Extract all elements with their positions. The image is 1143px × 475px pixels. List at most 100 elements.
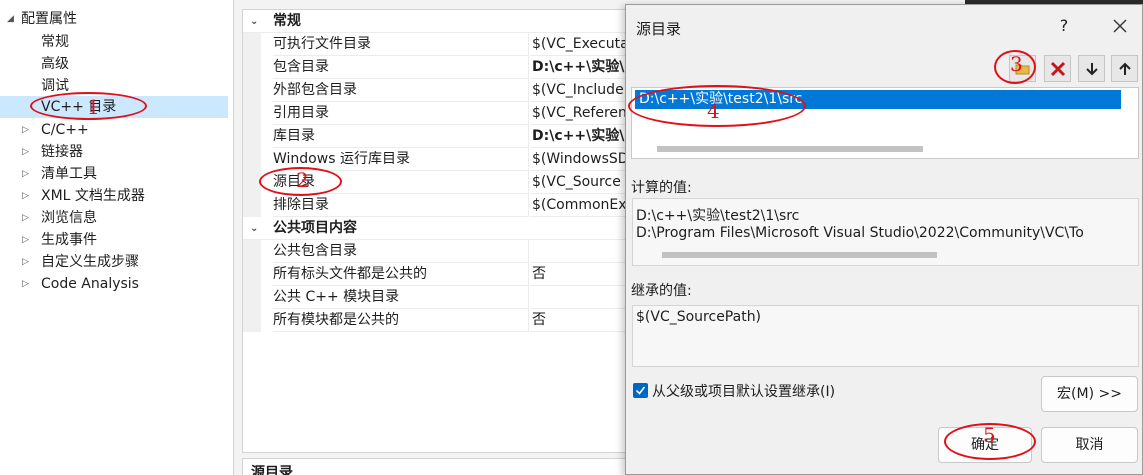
property-row-executable-dirs[interactable]: 可执行文件目录 $(VC_Executa — [243, 33, 631, 56]
cancel-button[interactable]: 取消 — [1041, 427, 1138, 463]
property-value[interactable]: $(VC_Source — [530, 171, 631, 194]
row-gutter — [243, 286, 261, 309]
close-icon[interactable] — [1109, 15, 1131, 37]
expand-arrow-icon[interactable]: ▷ — [22, 251, 29, 273]
expand-arrow-icon[interactable]: ▷ — [22, 229, 29, 251]
property-row-external-include-dirs[interactable]: 外部包含目录 $(VC_Include — [243, 79, 631, 102]
property-value[interactable]: $(WindowsSD — [530, 148, 631, 171]
property-row-windows-runtime-dirs[interactable]: Windows 运行库目录 $(WindowsSD — [243, 148, 631, 171]
property-row-reference-dirs[interactable]: 引用目录 $(VC_Referen — [243, 102, 631, 125]
tree-item-label: VC++ 目录 — [41, 99, 117, 115]
collapse-arrow-icon[interactable]: ⌄ — [250, 10, 258, 33]
tree-item-linker[interactable]: ▷ 链接器 — [0, 141, 228, 163]
row-gutter — [243, 56, 261, 79]
property-value[interactable]: D:\c++\实验\ — [530, 56, 631, 79]
tree-item-advanced[interactable]: 高级 — [0, 53, 228, 75]
expand-arrow-icon[interactable]: ▷ — [22, 163, 29, 185]
property-row-public-include-dirs[interactable]: 公共包含目录 — [243, 240, 631, 263]
close-button[interactable] — [1109, 15, 1131, 37]
tree-item-xml-doc-generator[interactable]: ▷ XML 文档生成器 — [0, 185, 228, 207]
tree-item-debugging[interactable]: 调试 — [0, 75, 228, 97]
tree-item-build-events[interactable]: ▷ 生成事件 — [0, 229, 228, 251]
tree-item-label: 调试 — [41, 78, 69, 94]
tree-item-label: 清单工具 — [41, 166, 97, 182]
tree-item-label: 自定义生成步骤 — [41, 254, 139, 270]
expand-arrow-icon[interactable]: ▷ — [22, 207, 29, 229]
dialog-title: 源目录 — [636, 20, 682, 38]
property-row-include-dirs[interactable]: 包含目录 D:\c++\实验\ — [243, 56, 631, 79]
tree-root-config-properties[interactable]: ◢ 配置属性 — [0, 8, 228, 30]
category-public-project-content[interactable]: ⌄ 公共项目内容 — [243, 217, 631, 240]
ok-button[interactable]: 确定 — [938, 427, 1032, 463]
move-up-button[interactable] — [1111, 55, 1138, 82]
property-row-exclude-dirs[interactable]: 排除目录 $(CommonEx — [243, 194, 631, 217]
row-gutter — [243, 102, 261, 125]
row-gutter — [243, 33, 261, 56]
property-name: 排除目录 — [273, 194, 529, 217]
row-gutter — [243, 263, 261, 286]
row-gutter — [243, 148, 261, 171]
tree-item-label: 常规 — [41, 34, 69, 50]
tree-item-vc-directories[interactable]: VC++ 目录 — [0, 96, 228, 118]
collapse-arrow-icon[interactable]: ⌄ — [250, 217, 258, 240]
inherit-checkbox-label[interactable]: 从父级或项目默认设置继承(I) — [652, 382, 835, 402]
property-grid: ⌄ 常规 可执行文件目录 $(VC_Executa 包含目录 D:\c++\实验… — [242, 9, 632, 453]
macros-button[interactable]: 宏(M) >> — [1041, 376, 1138, 412]
property-row-all-headers-public[interactable]: 所有标头文件都是公共的 否 — [243, 263, 631, 286]
property-value[interactable]: $(VC_Referen — [530, 102, 631, 125]
row-gutter — [243, 309, 261, 332]
tree-item-general[interactable]: 常规 — [0, 31, 228, 53]
new-folder-icon — [1015, 64, 1030, 75]
evaluated-value-line: D:\Program Files\Microsoft Visual Studio… — [636, 225, 1084, 241]
tree-item-c-cpp[interactable]: ▷ C/C++ — [0, 119, 228, 141]
evaluated-value-box: D:\c++\实验\test2\1\src D:\Program Files\M… — [632, 198, 1139, 266]
category-label: 公共项目内容 — [273, 220, 357, 236]
property-value[interactable]: $(VC_Include — [530, 79, 631, 102]
horizontal-scrollbar[interactable] — [662, 252, 937, 258]
help-button[interactable]: ? — [1054, 15, 1074, 37]
evaluated-value-label: 计算的值: — [631, 180, 692, 196]
expand-arrow-icon[interactable]: ▷ — [22, 185, 29, 207]
evaluated-value-line: D:\c++\实验\test2\1\src — [636, 208, 800, 224]
description-panel: 源目录 — [242, 458, 642, 475]
property-row-public-module-dirs[interactable]: 公共 C++ 模块目录 — [243, 286, 631, 309]
property-name: 公共 C++ 模块目录 — [273, 286, 529, 309]
expand-arrow-icon[interactable]: ▷ — [22, 141, 29, 163]
property-value[interactable]: 否 — [530, 263, 631, 286]
property-row-all-modules-public[interactable]: 所有模块都是公共的 否 — [243, 309, 631, 332]
directory-list[interactable]: D:\c++\实验\test2\1\src — [631, 87, 1139, 159]
collapse-arrow-icon[interactable]: ◢ — [7, 8, 14, 30]
tree-item-manifest-tool[interactable]: ▷ 清单工具 — [0, 163, 228, 185]
property-row-library-dirs[interactable]: 库目录 D:\c++\实验\ — [243, 125, 631, 148]
tree-item-browse-info[interactable]: ▷ 浏览信息 — [0, 207, 228, 229]
move-down-button[interactable] — [1078, 55, 1105, 82]
property-value[interactable]: D:\c++\实验\ — [530, 125, 631, 148]
tree-item-code-analysis[interactable]: ▷ Code Analysis — [0, 273, 228, 295]
property-value[interactable] — [530, 240, 631, 263]
horizontal-scrollbar[interactable] — [657, 146, 923, 152]
inherit-checkbox[interactable] — [633, 383, 648, 398]
expand-arrow-icon[interactable]: ▷ — [22, 273, 29, 295]
arrow-down-icon — [1086, 63, 1098, 76]
property-name: 公共包含目录 — [273, 240, 529, 263]
delete-line-button[interactable] — [1044, 55, 1071, 82]
property-name: 所有模块都是公共的 — [273, 309, 529, 332]
inherited-value-label: 继承的值: — [631, 283, 692, 299]
inherited-value-box: $(VC_SourcePath) — [632, 305, 1139, 367]
expand-arrow-icon[interactable]: ▷ — [22, 119, 29, 141]
property-name: 可执行文件目录 — [273, 33, 529, 56]
tree-item-custom-build-step[interactable]: ▷ 自定义生成步骤 — [0, 251, 228, 273]
property-value[interactable]: $(CommonEx — [530, 194, 631, 217]
property-value[interactable]: $(VC_Executa — [530, 33, 631, 56]
inherited-value-line: $(VC_SourcePath) — [636, 309, 762, 325]
row-gutter — [243, 125, 261, 148]
tree-root-label: 配置属性 — [21, 11, 77, 27]
new-line-button[interactable] — [1009, 55, 1036, 82]
property-row-source-dirs[interactable]: 源目录 $(VC_Source — [243, 171, 631, 194]
property-value[interactable] — [530, 286, 631, 309]
category-general[interactable]: ⌄ 常规 — [243, 10, 631, 33]
list-item-selected[interactable]: D:\c++\实验\test2\1\src — [635, 90, 1121, 109]
tree-item-label: 生成事件 — [41, 232, 97, 248]
row-gutter — [243, 194, 261, 217]
property-value[interactable]: 否 — [530, 309, 631, 332]
